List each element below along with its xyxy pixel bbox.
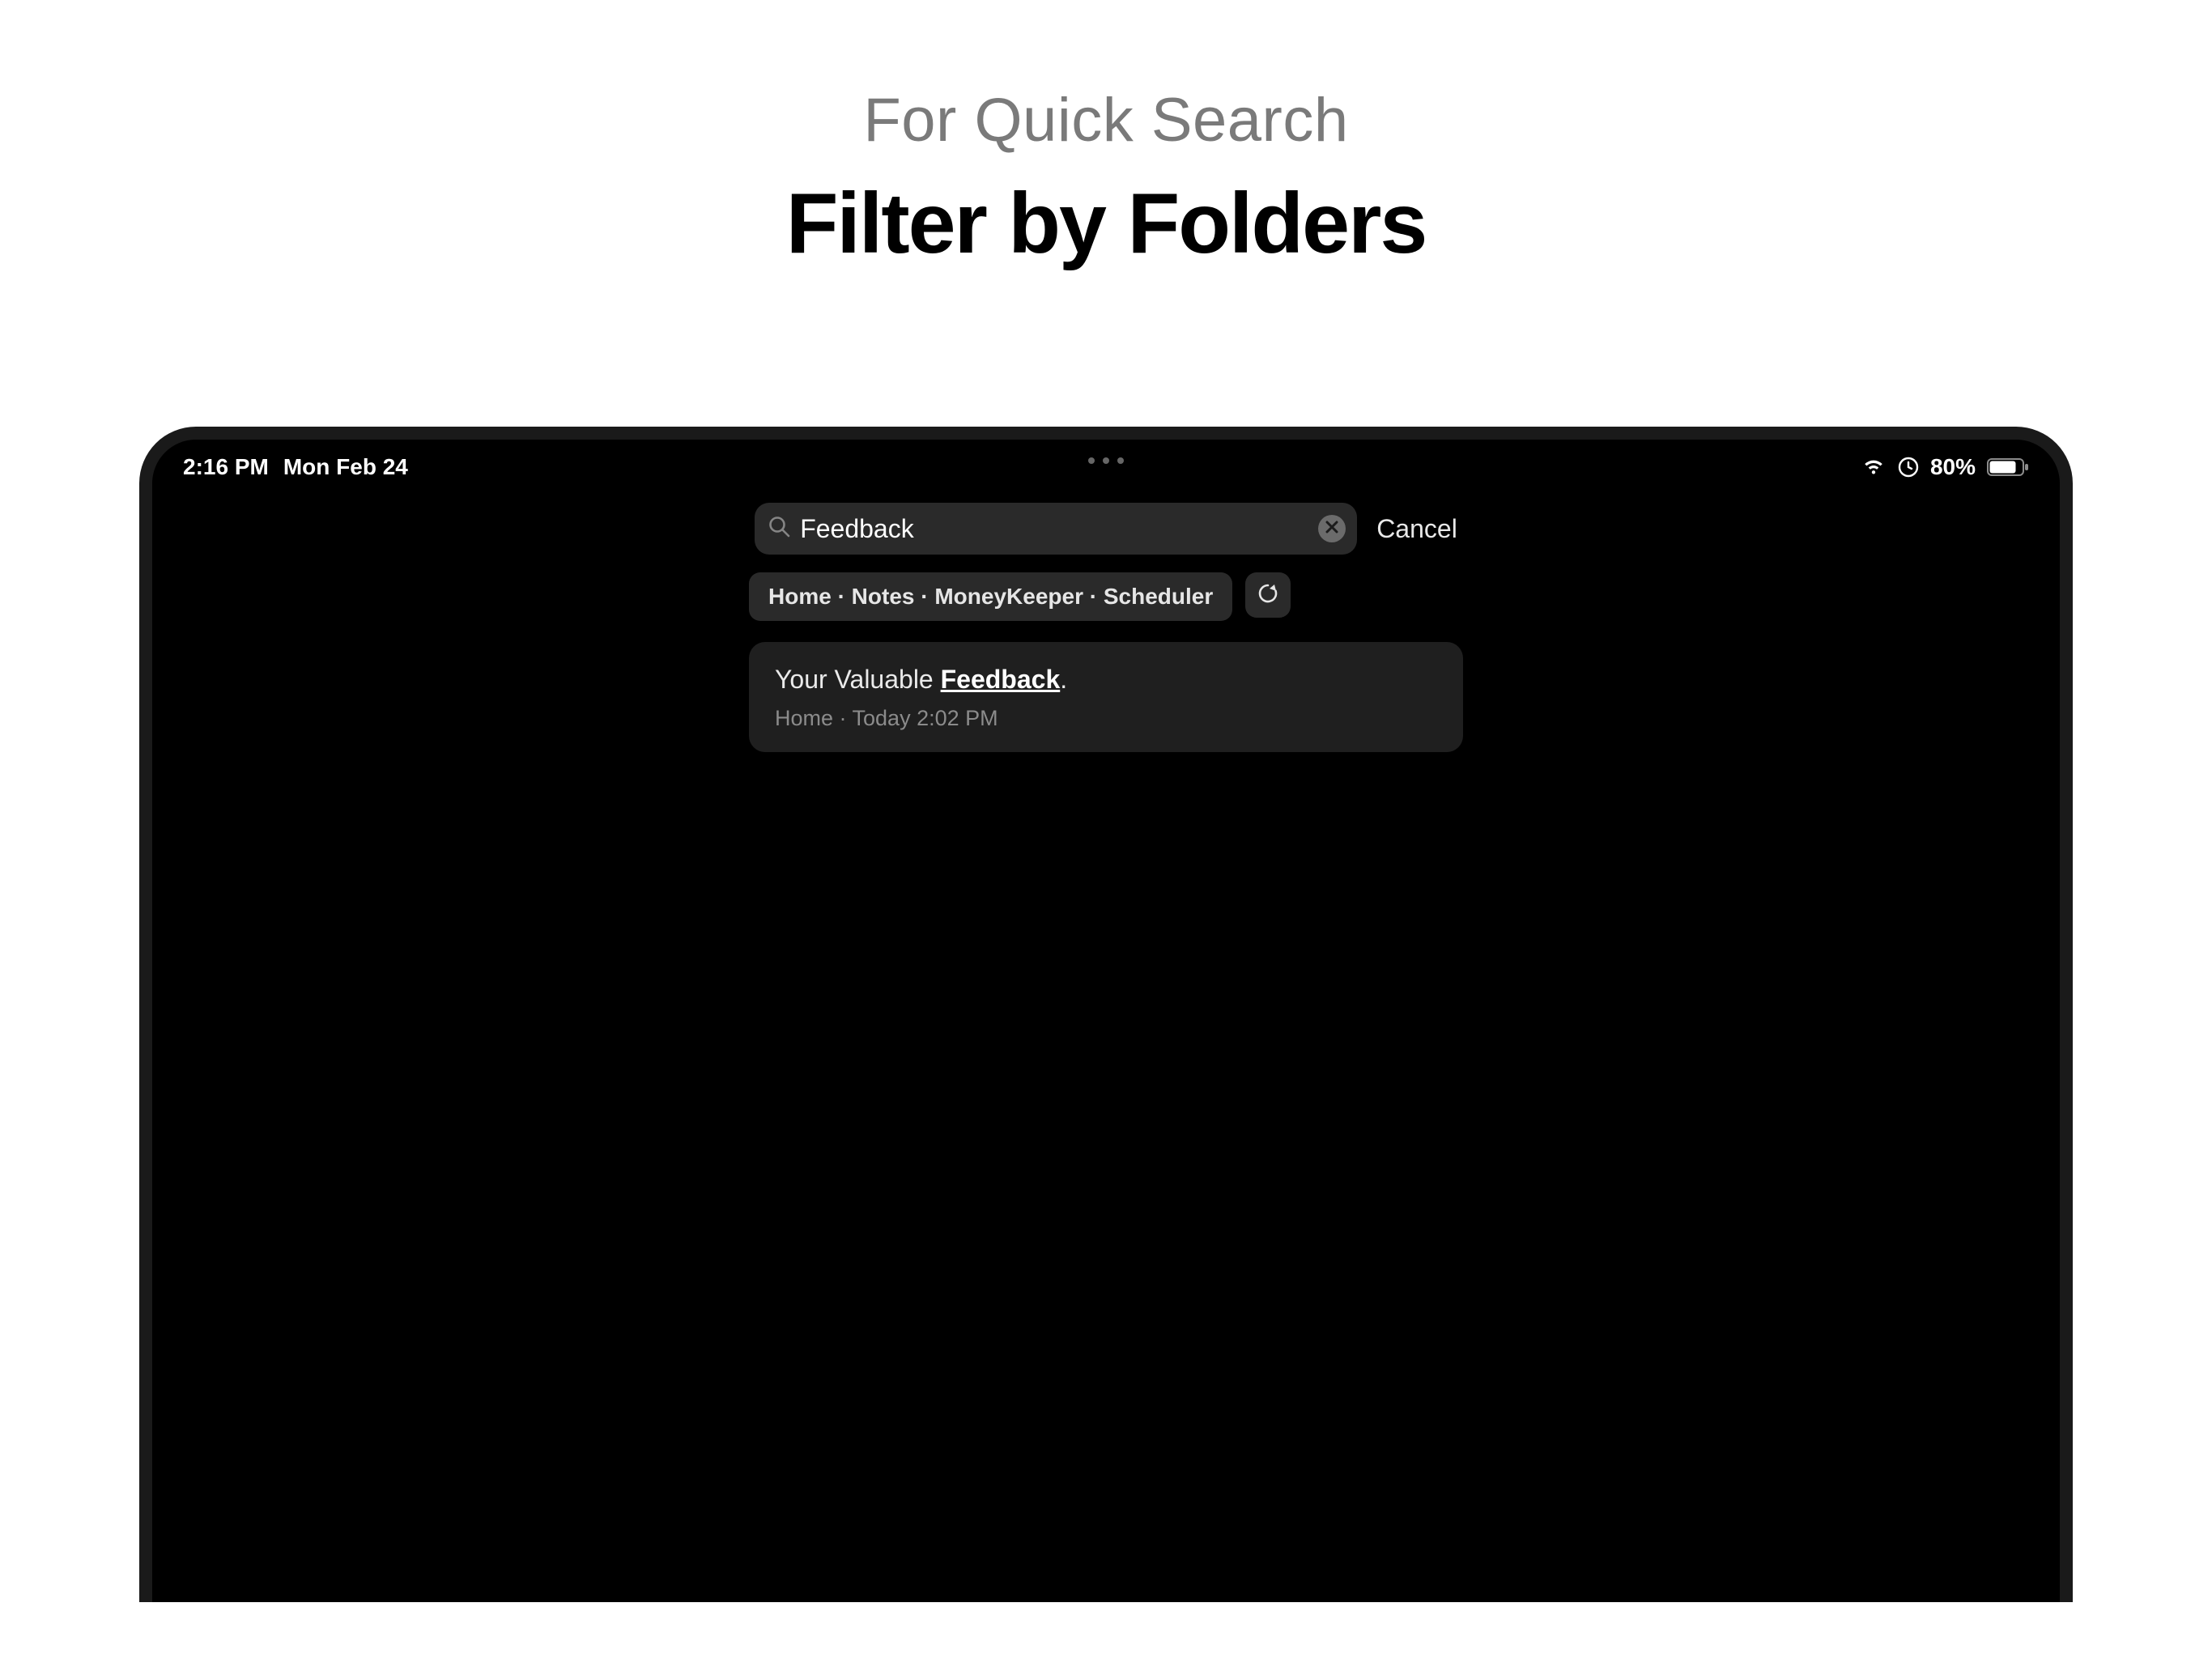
device-frame: 2:16 PM Mon Feb 24 80%	[139, 427, 2073, 1602]
folder-filter-chip[interactable]: Home · Notes · MoneyKeeper · Scheduler	[749, 572, 1232, 621]
search-result-item[interactable]: Your Valuable Feedback. Home · Today 2:0…	[749, 642, 1463, 752]
result-title-prefix: Your Valuable	[775, 665, 941, 694]
close-icon	[1325, 520, 1339, 538]
battery-icon	[1987, 457, 2029, 478]
status-date: Mon Feb 24	[283, 454, 408, 480]
refresh-filter-button[interactable]	[1245, 572, 1291, 618]
cancel-button[interactable]: Cancel	[1376, 514, 1457, 544]
result-title-match: Feedback	[941, 665, 1061, 694]
headline-title: Filter by Folders	[786, 175, 1427, 273]
multitask-dots-icon[interactable]	[1088, 457, 1124, 464]
folder-filter-label: Home · Notes · MoneyKeeper · Scheduler	[768, 584, 1213, 609]
wifi-icon	[1861, 457, 1887, 477]
result-title: Your Valuable Feedback.	[775, 665, 1437, 695]
search-icon	[768, 515, 792, 543]
headline-subtitle: For Quick Search	[786, 85, 1427, 155]
status-bar: 2:16 PM Mon Feb 24 80%	[152, 440, 2060, 480]
search-input[interactable]	[800, 514, 1318, 544]
clear-search-button[interactable]	[1318, 515, 1346, 542]
rotation-lock-icon	[1898, 457, 1919, 478]
refresh-icon	[1257, 582, 1279, 609]
result-title-suffix: .	[1060, 665, 1067, 694]
search-field[interactable]	[755, 503, 1357, 555]
battery-percent: 80%	[1930, 454, 1976, 480]
result-meta: Home · Today 2:02 PM	[775, 706, 1437, 731]
status-time: 2:16 PM	[183, 454, 269, 480]
